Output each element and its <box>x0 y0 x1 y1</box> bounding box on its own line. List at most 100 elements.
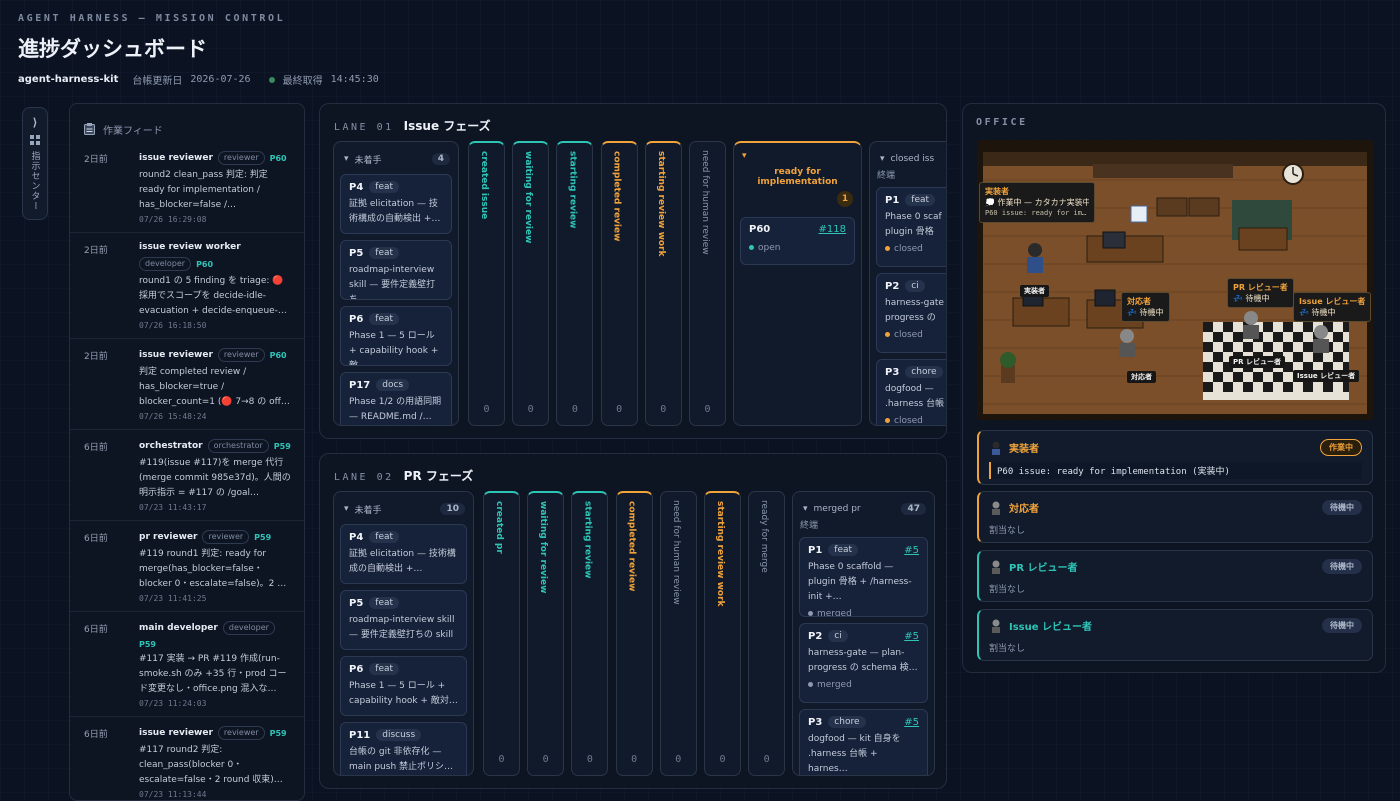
collapse-caret-icon[interactable]: ▾ <box>880 154 885 164</box>
issue-card[interactable]: P5 feat roadmap-interview skill — 要件定義壁打ち… <box>340 240 452 300</box>
column-completed-review[interactable]: completed review 0 <box>615 491 653 776</box>
card-link[interactable]: #5 <box>904 545 919 556</box>
issue-card[interactable]: P11 discuss 台帳の git 非依存化 — main push 禁止ポリシ… <box>340 722 467 775</box>
column-name: merged pr <box>813 504 861 514</box>
feed-item[interactable]: 2日前 issue review worker developer P60 round1… <box>70 233 304 339</box>
issue-card[interactable]: P1 feat #5 Phase 0 scaffold — plugin 骨格 + /… <box>799 537 928 617</box>
status-dot <box>808 682 813 687</box>
card-id: P4 <box>349 181 364 193</box>
column-closed-issue: ▾ closed iss 終端 P1 feat Phase 0 scaf plugin… <box>869 141 946 426</box>
feed-item-time: 07/23 11:43:17 <box>139 503 207 512</box>
agent-card-issue-reviewer[interactable]: Issue レビュー者 待機中 割当なし <box>977 609 1373 661</box>
card-link[interactable]: #5 <box>904 717 919 728</box>
status-dot <box>268 76 275 83</box>
feed-item-head: issue reviewer reviewer P60 <box>139 348 292 362</box>
column-name: 未着手 <box>354 155 382 166</box>
column-name: waiting for review <box>538 501 549 594</box>
agent-name: 実装者 <box>1009 444 1039 455</box>
issue-card[interactable]: P2 ci #5 harness-gate — plan-progress の sch… <box>799 623 928 703</box>
column-completed-review[interactable]: completed review 0 <box>600 141 638 426</box>
agent-name: PR レビュー者 <box>1009 563 1078 574</box>
card-link[interactable]: #5 <box>904 631 919 642</box>
feed-item-head: main developer developer P59 <box>139 621 292 649</box>
column-count: 0 <box>571 404 578 415</box>
issue-card[interactable]: P4 feat 証拠 elicitation — 技術構成の自動検出 +… <box>340 174 452 234</box>
header-kicker: AGENT HARNESS — MISSION CONTROL <box>18 13 286 24</box>
feed-item[interactable]: 6日前 issue reviewer reviewer P59 #117 round2 … <box>70 717 304 800</box>
column-need-for-human-review[interactable]: need for human review 0 <box>689 141 726 426</box>
card-header: P11 discuss <box>349 729 458 741</box>
column-waiting-for-review[interactable]: waiting for review 0 <box>527 491 565 776</box>
column-ready-for-merge[interactable]: ready for merge 0 <box>748 491 786 776</box>
feed-item[interactable]: 6日前 pr reviewer reviewer P59 #119 round1 判定:… <box>70 521 304 612</box>
card-status: merged <box>817 680 852 690</box>
collapse-caret-icon[interactable]: ▾ <box>344 504 349 514</box>
issue-link[interactable]: #118 <box>819 224 846 235</box>
column-waiting-for-review[interactable]: waiting for review 0 <box>512 141 550 426</box>
card-text: Phase 1 — 5 ロール + capability hook + 敵… <box>349 331 439 366</box>
issue-card[interactable]: P60 #118 open <box>740 217 855 265</box>
issue-card[interactable]: P6 feat Phase 1 — 5 ロール + capability hook … <box>340 656 467 716</box>
column-merged-pr: ▾ merged pr 47 終端 P1 feat #5 Phase 0 scaffol… <box>792 491 935 776</box>
issue-card[interactable]: P3 chore dogfood — .harness 台帳 closed <box>876 359 946 426</box>
card-tag: discuss <box>376 729 422 741</box>
feed-item[interactable]: 2日前 issue reviewer reviewer P60 判定 completed… <box>70 339 304 430</box>
column-count: 0 <box>763 754 770 765</box>
feed-title: 作業フィード <box>103 125 163 137</box>
issue-card[interactable]: P5 feat roadmap-interview skill — 要件定義壁打ちの… <box>340 590 467 650</box>
card-header: P5 feat <box>349 597 458 609</box>
agent-card-pr-reviewer[interactable]: PR レビュー者 待機中 割当なし <box>977 550 1373 602</box>
agent-card-responder[interactable]: 対応者 待機中 割当なし <box>977 491 1373 543</box>
lane-pr-phase: LANE 02 PR フェーズ ▾ 未着手 10 P4 feat 証拠 elicita… <box>319 453 947 789</box>
issue-card[interactable]: P17 docs Phase 1/2 の用語同期 — README.md /… <box>340 372 452 425</box>
feed-item-text: #119 round1 判定: ready for merge(has_bloc… <box>139 549 287 589</box>
issue-card[interactable]: P2 ci harness-gate progress の closed <box>876 273 946 353</box>
column-todo: ▾ 未着手 10 P4 feat 証拠 elicitation — 技術構成の自動検出… <box>333 491 474 776</box>
feed-item[interactable]: 6日前 orchestrator orchestrator P59 #119(issue… <box>70 430 304 521</box>
agent-card-implementer[interactable]: 実装者 作業中 P60 issue: ready for implementat… <box>977 430 1373 485</box>
responder-avatar-icon <box>992 501 1000 515</box>
feed-item-body: orchestrator orchestrator P59 #119(issue #1… <box>139 439 292 512</box>
card-status: closed <box>894 416 923 426</box>
collapse-caret-icon[interactable]: ▾ <box>803 504 808 514</box>
feed-item[interactable]: 2日前 issue reviewer reviewer P60 round2 clean… <box>70 142 304 233</box>
feed-item-ref[interactable]: P60 <box>196 260 213 269</box>
feed-item-time: 07/23 11:24:03 <box>139 699 207 708</box>
status-dot <box>749 245 754 250</box>
column-count: 47 <box>901 503 926 515</box>
issue-card[interactable]: P3 chore #5 dogfood — kit 自身を .harness 台帳 +… <box>799 709 928 775</box>
card-text: harness-gate — plan-progress の schema 検… <box>808 648 918 673</box>
feed-item-ref[interactable]: P60 <box>270 154 287 163</box>
column-count: 1 <box>837 191 853 207</box>
fetched-label: 最終取得 <box>282 76 323 87</box>
feed-item-role: reviewer <box>202 530 250 544</box>
collapse-caret-icon[interactable]: ▾ <box>344 154 349 164</box>
issue-card[interactable]: P6 feat Phase 1 — 5 ロール + capability hook … <box>340 306 452 366</box>
feed-item-ref[interactable]: P59 <box>274 442 291 451</box>
column-starting-review[interactable]: starting review 0 <box>556 141 594 426</box>
feed-item[interactable]: 6日前 main developer developer P59 #117 実装 → P… <box>70 612 304 717</box>
card-id: P5 <box>349 247 364 259</box>
feed-item-ref[interactable]: P60 <box>270 351 287 360</box>
issue-card[interactable]: P1 feat Phase 0 scaf plugin 骨格 closed <box>876 187 946 267</box>
card-tag: feat <box>369 247 400 259</box>
column-name: starting review <box>582 501 593 579</box>
feed-item-actor: main developer <box>139 623 218 633</box>
card-id: P5 <box>349 597 364 609</box>
command-center-toggle[interactable]: ⟩ 指示センター <box>22 107 48 220</box>
column-starting-review-work[interactable]: starting review work 0 <box>704 491 741 776</box>
feed-item-ref[interactable]: P59 <box>139 640 156 649</box>
column-starting-review-work[interactable]: starting review work 0 <box>644 141 682 426</box>
column-starting-review[interactable]: starting review 0 <box>571 491 609 776</box>
column-created-pr[interactable]: created pr 0 <box>483 491 520 776</box>
status-badge: 待機中 <box>1322 500 1362 515</box>
chevron-right-icon: ⟩ <box>32 116 38 129</box>
issue-card[interactable]: P4 feat 証拠 elicitation — 技術構成の自動検出 +… <box>340 524 467 584</box>
column-count: 0 <box>660 404 667 415</box>
feed-item-ref[interactable]: P59 <box>270 729 287 738</box>
feed-item-ref[interactable]: P59 <box>254 533 271 542</box>
collapse-caret-icon[interactable]: ▾ <box>742 151 853 161</box>
column-created-issue[interactable]: created issue 0 <box>468 141 505 426</box>
feed-item-body: issue reviewer reviewer P59 #117 round2 判定:… <box>139 726 292 799</box>
column-need-for-human-review[interactable]: need for human review 0 <box>659 491 697 776</box>
